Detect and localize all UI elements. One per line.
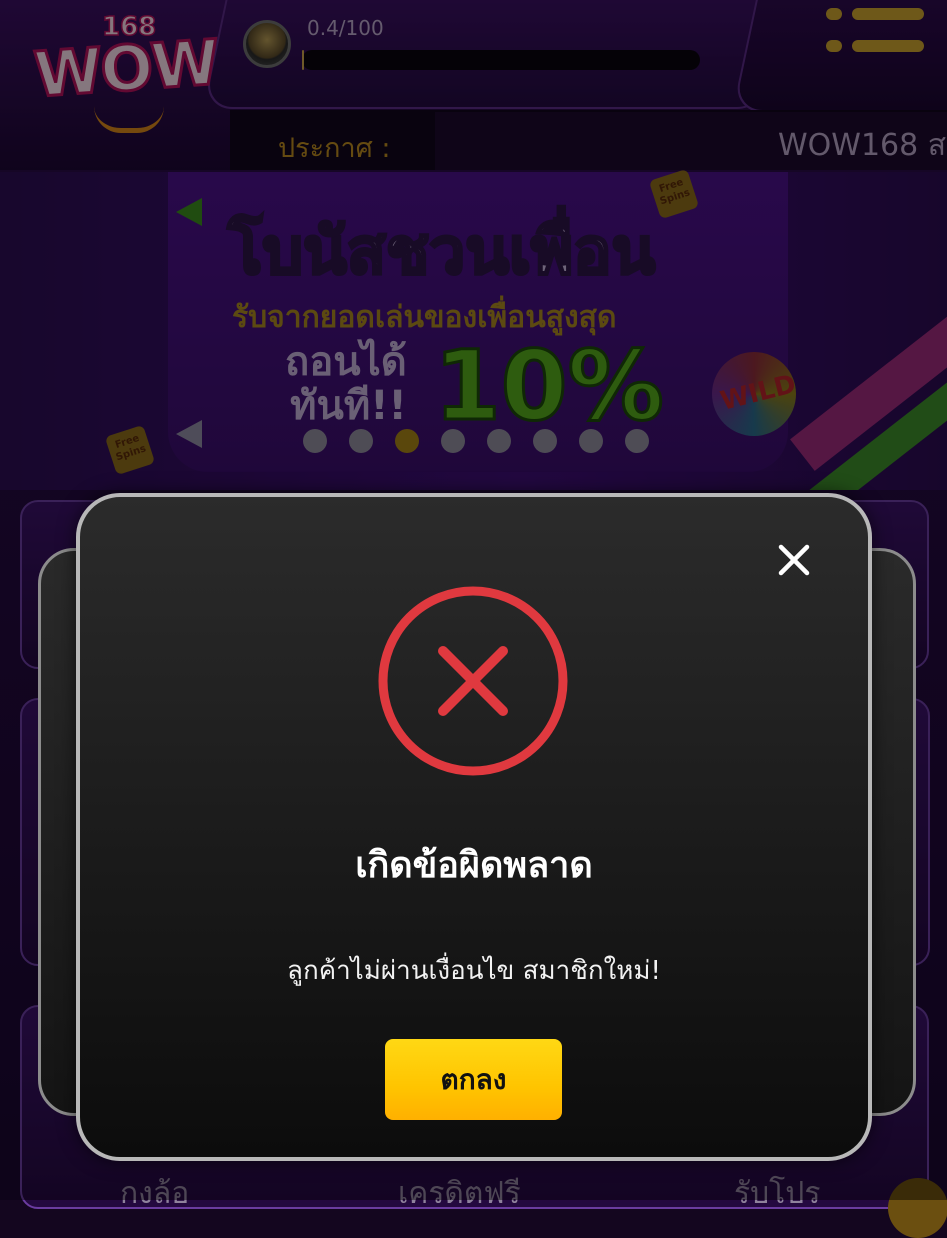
close-icon bbox=[778, 544, 810, 576]
error-x-circle-icon bbox=[376, 584, 570, 778]
close-button[interactable] bbox=[774, 540, 814, 580]
dialog-title: เกิดข้อผิดพลาด bbox=[355, 845, 593, 886]
ok-button[interactable]: ตกลง bbox=[385, 1039, 562, 1120]
dialog-message: ลูกค้าไม่ผ่านเงื่อนไข สมาชิกใหม่! bbox=[287, 956, 661, 986]
